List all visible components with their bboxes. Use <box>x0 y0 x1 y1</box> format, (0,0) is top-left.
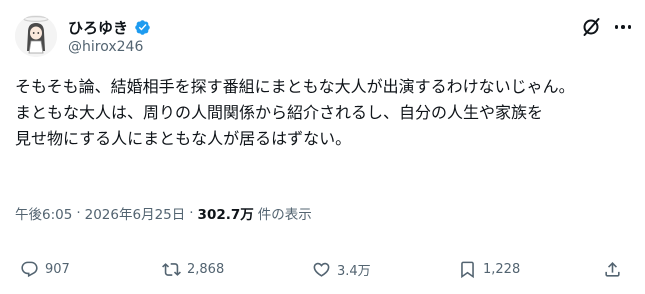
verified-badge-icon <box>135 19 150 35</box>
views-count: 302.7万 <box>197 207 254 223</box>
share-button[interactable] <box>603 256 622 282</box>
post-text-line: まともな大人は、周りの人間関係から紹介されるし、自分の人生や家族を <box>15 103 544 122</box>
post-time[interactable]: 午後6:05 <box>15 203 72 223</box>
views-label: 件の表示 <box>257 207 312 223</box>
bookmark-button[interactable]: 1,228 <box>458 256 520 282</box>
meta-separator: · <box>76 205 81 221</box>
author-name-row: ひろゆき <box>68 17 151 37</box>
post-date[interactable]: 2026年6月25日 <box>85 203 186 223</box>
author-handle[interactable]: @hirox246 <box>68 39 143 55</box>
grok-button[interactable] <box>580 16 602 38</box>
repost-count: 2,868 <box>187 261 225 277</box>
repost-button[interactable]: 2,868 <box>162 256 224 282</box>
repost-icon <box>162 262 181 276</box>
like-count: 3.4万 <box>337 263 371 279</box>
grok-icon <box>583 18 600 36</box>
reply-button[interactable]: 907 <box>20 256 70 282</box>
avatar[interactable] <box>15 15 57 57</box>
action-bar: 907 2,868 3.4万 1,228 <box>0 256 645 282</box>
post-text-line: 見せ物にする人にまともな人が居るはずない。 <box>15 129 352 148</box>
like-button[interactable]: 3.4万 <box>312 256 371 282</box>
bookmark-icon <box>461 261 474 278</box>
post-text: そもそも論、結婚相手を探す番組にまともな大人が出演するわけないじゃん。 まともな… <box>15 74 635 152</box>
bookmark-count: 1,228 <box>483 261 521 277</box>
post-metadata: 午後6:05 · 2026年6月25日 · 302.7万 件の表示 <box>15 203 312 223</box>
heart-icon <box>313 262 330 277</box>
share-icon <box>605 261 620 277</box>
post-text-line: そもそも論、結婚相手を探す番組にまともな大人が出演するわけないじゃん。 <box>15 77 575 96</box>
post-card: ひろゆき @hirox246 そもそも論、結婚相手を探す番組にまともな大人が出演… <box>0 0 645 294</box>
more-options-icon[interactable] <box>612 16 634 38</box>
avatar-illustration <box>15 15 57 57</box>
reply-icon <box>21 261 38 277</box>
author-display-name[interactable]: ひろゆき <box>68 17 128 38</box>
reply-count: 907 <box>45 261 70 277</box>
meta-separator: · <box>189 205 194 221</box>
